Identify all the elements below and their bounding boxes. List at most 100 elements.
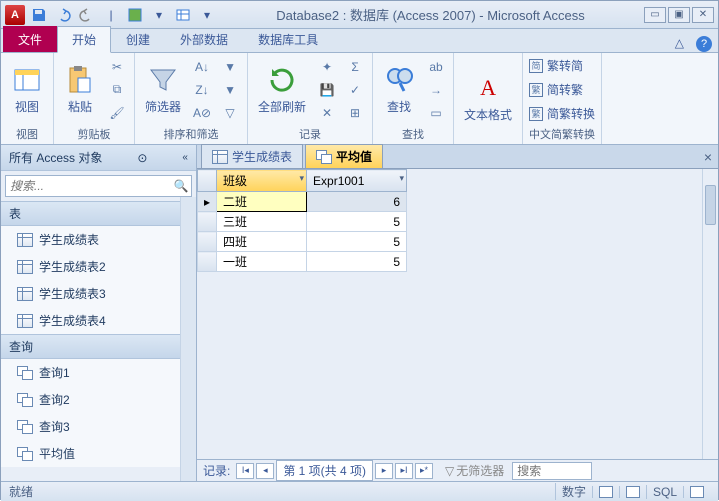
tab-file[interactable]: 文件 <box>3 26 57 52</box>
sort-desc-icon[interactable]: Z↓ <box>191 80 213 100</box>
clear-sort-icon[interactable]: A⊘ <box>191 103 213 123</box>
nav-item-table[interactable]: 学生成绩表 <box>1 226 196 253</box>
convert-button[interactable]: 繁简繁转换 <box>529 104 595 123</box>
nav-item-query[interactable]: 查询3 <box>1 413 196 440</box>
cell[interactable]: 5 <box>307 232 407 252</box>
record-search-input[interactable] <box>512 462 592 480</box>
nav-collapse-icon[interactable]: « <box>182 152 188 163</box>
datasheet-grid[interactable]: 班级▾ Expr1001▾ ▸二班6 三班5 四班5 一班5 <box>197 169 718 459</box>
record-position[interactable]: 第 1 项(共 4 项) <box>276 460 373 481</box>
sort-asc-icon[interactable]: A↓ <box>191 57 213 77</box>
minimize-ribbon-icon[interactable]: △ <box>669 34 690 52</box>
view-sql-button[interactable]: SQL <box>646 485 683 499</box>
save-icon[interactable] <box>29 5 49 25</box>
row-selector[interactable]: ▸ <box>198 192 217 212</box>
cell[interactable]: 二班 <box>217 192 307 212</box>
nav-item-query[interactable]: 平均值 <box>1 440 196 467</box>
format-painter-icon[interactable]: 🖌 <box>106 103 128 123</box>
row-selector[interactable] <box>198 212 217 232</box>
table-row[interactable]: 一班5 <box>198 252 407 272</box>
column-header[interactable]: 班级▾ <box>217 170 307 192</box>
nav-group-queries[interactable]: 查询 ⌃ <box>1 334 196 359</box>
find-button[interactable]: 查找 <box>379 62 419 117</box>
text-format-button[interactable]: A 文本格式 <box>460 70 516 125</box>
cell[interactable]: 三班 <box>217 212 307 232</box>
undo-icon[interactable] <box>53 5 73 25</box>
nav-header[interactable]: 所有 Access 对象 ⊙ « <box>1 145 196 171</box>
nav-item-table[interactable]: 学生成绩表3 <box>1 280 196 307</box>
new-record-icon[interactable]: ✦ <box>316 57 338 77</box>
column-header[interactable]: Expr1001▾ <box>307 170 407 192</box>
scrollbar-thumb[interactable] <box>705 185 716 225</box>
qat-dropdown-icon[interactable]: ▾ <box>149 5 169 25</box>
replace-icon[interactable]: ab <box>425 57 447 77</box>
select-all-corner[interactable] <box>198 170 217 192</box>
nav-search-input[interactable] <box>6 176 171 196</box>
paste-button[interactable]: 粘贴 <box>60 62 100 117</box>
view-button[interactable]: 视图 <box>7 62 47 117</box>
goto-icon[interactable]: → <box>425 80 447 100</box>
qat-more-icon[interactable]: ▾ <box>197 5 217 25</box>
nav-item-query[interactable]: 查询2 <box>1 386 196 413</box>
view-form-button[interactable] <box>619 486 646 498</box>
more-records-icon[interactable]: ⊞ <box>344 103 366 123</box>
nav-item-table[interactable]: 学生成绩表2 <box>1 253 196 280</box>
table-row[interactable]: 三班5 <box>198 212 407 232</box>
column-dropdown-icon[interactable]: ▾ <box>400 173 405 184</box>
table-row[interactable]: 四班5 <box>198 232 407 252</box>
save-record-icon[interactable]: 💾 <box>316 80 338 100</box>
cut-icon[interactable]: ✂ <box>106 57 128 77</box>
view-design-button[interactable] <box>683 486 710 498</box>
cell[interactable]: 四班 <box>217 232 307 252</box>
totals-icon[interactable]: Σ <box>344 57 366 77</box>
doc-tab-table[interactable]: 学生成绩表 <box>201 144 303 168</box>
close-button[interactable]: ✕ <box>692 7 714 23</box>
cell[interactable]: 6 <box>307 192 407 212</box>
nav-scrollbar[interactable] <box>180 197 196 481</box>
convert-icon: 繁 <box>529 107 543 121</box>
trad-to-simp-button[interactable]: 简繁转简 <box>529 56 595 75</box>
nav-item-query[interactable]: 查询1 <box>1 359 196 386</box>
spelling-icon[interactable]: ✓ <box>344 80 366 100</box>
new-record-nav-button[interactable]: ▸* <box>415 463 433 479</box>
datasheet-icon[interactable] <box>173 5 193 25</box>
table-row[interactable]: ▸二班6 <box>198 192 407 212</box>
toggle-filter-icon[interactable]: ▽ <box>219 103 241 123</box>
advanced-filter-icon[interactable]: ▼ <box>219 80 241 100</box>
doc-close-icon[interactable]: × <box>704 149 712 165</box>
nav-group-tables[interactable]: 表 ⌃ <box>1 201 196 226</box>
simp-to-trad-button[interactable]: 繁简转繁 <box>529 80 595 99</box>
tab-home[interactable]: 开始 <box>57 26 111 53</box>
last-record-button[interactable]: ▸I <box>395 463 413 479</box>
cell[interactable]: 一班 <box>217 252 307 272</box>
nav-item-table[interactable]: 学生成绩表4 <box>1 307 196 334</box>
cell[interactable]: 5 <box>307 212 407 232</box>
tab-database-tools[interactable]: 数据库工具 <box>243 26 333 52</box>
nav-header-menu-icon[interactable]: ⊙ <box>137 151 147 165</box>
first-record-button[interactable]: I◂ <box>236 463 254 479</box>
selection-filter-icon[interactable]: ▼ <box>219 57 241 77</box>
view-datasheet-button[interactable] <box>592 486 619 498</box>
search-icon[interactable]: 🔍 <box>171 176 191 196</box>
vertical-scrollbar[interactable] <box>702 169 718 459</box>
copy-icon[interactable]: ⧉ <box>106 80 128 100</box>
next-record-button[interactable]: ▸ <box>375 463 393 479</box>
maximize-button[interactable]: ▣ <box>668 7 690 23</box>
filter-button[interactable]: 筛选器 <box>141 62 185 117</box>
row-selector[interactable] <box>198 232 217 252</box>
row-selector[interactable] <box>198 252 217 272</box>
design-view-icon[interactable] <box>125 5 145 25</box>
redo-icon[interactable] <box>77 5 97 25</box>
window-buttons: ▭ ▣ ✕ <box>644 7 714 23</box>
help-icon[interactable]: ? <box>696 36 712 52</box>
tab-create[interactable]: 创建 <box>111 26 165 52</box>
select-icon[interactable]: ▭ <box>425 103 447 123</box>
delete-record-icon[interactable]: ✕ <box>316 103 338 123</box>
minimize-button[interactable]: ▭ <box>644 7 666 23</box>
prev-record-button[interactable]: ◂ <box>256 463 274 479</box>
doc-tab-query-active[interactable]: 平均值 <box>305 144 383 168</box>
column-dropdown-icon[interactable]: ▾ <box>300 173 305 184</box>
refresh-all-button[interactable]: 全部刷新 <box>254 62 310 117</box>
tab-external-data[interactable]: 外部数据 <box>165 26 243 52</box>
cell[interactable]: 5 <box>307 252 407 272</box>
